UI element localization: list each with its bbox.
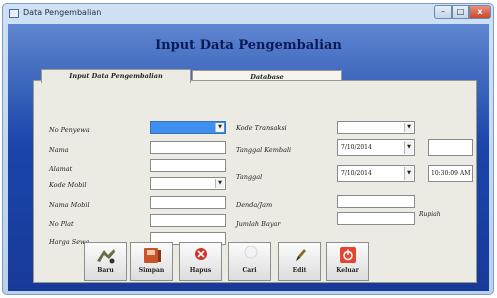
tanggal-kembali-extra-field[interactable] — [428, 139, 473, 156]
rupiah-unit-label: Rupiah — [419, 211, 441, 218]
keluar-label: Keluar — [336, 267, 359, 274]
alamat-field[interactable] — [150, 159, 226, 172]
edit-icon — [289, 246, 311, 265]
no-penyewa-dropdown[interactable]: ▼ — [150, 121, 226, 134]
label-kode-transaksi: Kode Transaksi — [236, 124, 287, 132]
simpan-label: Simpan — [138, 267, 165, 274]
baru-button[interactable]: Baru — [84, 242, 127, 281]
hapus-label: Hapus — [189, 267, 212, 274]
chevron-down-icon[interactable]: ▼ — [404, 141, 413, 154]
label-no-penyewa: No Penyewa — [49, 126, 90, 134]
search-icon — [239, 245, 261, 265]
close-button[interactable]: x — [469, 5, 491, 19]
tanggal-kembali-datepicker[interactable]: 7/10/2014 ▼ — [337, 139, 415, 156]
app-icon — [9, 9, 19, 18]
label-nama-mobil: Nama Mobil — [49, 201, 90, 209]
denda-jam-field[interactable] — [337, 195, 415, 208]
form-client-area: Input Data Pengembalian Input Data Penge… — [8, 24, 489, 291]
nama-field[interactable] — [150, 141, 226, 154]
label-alamat: Alamat — [49, 165, 73, 173]
window-title: Data Pengembalian — [23, 8, 102, 17]
label-denda-jam: Denda/Jam — [236, 201, 273, 209]
chevron-down-icon[interactable]: ▼ — [404, 167, 413, 180]
new-icon — [95, 246, 117, 265]
page-title: Input Data Pengembalian — [155, 38, 342, 53]
kode-mobil-dropdown[interactable]: ▼ — [150, 177, 226, 190]
jumlah-bayar-field[interactable] — [337, 212, 415, 225]
time-field[interactable]: 10:30:09 AM — [428, 165, 473, 182]
edit-button[interactable]: Edit — [278, 242, 321, 281]
edit-label: Edit — [292, 267, 307, 274]
maximize-button[interactable]: □ — [452, 5, 469, 19]
save-icon — [141, 246, 163, 265]
label-kode-mobil: Kode Mobil — [49, 181, 87, 189]
title-bar[interactable]: Data Pengembalian – □ x — [3, 4, 493, 24]
keluar-button[interactable]: Keluar — [326, 242, 369, 281]
label-jumlah-bayar: Jumlah Bayar — [236, 220, 281, 228]
nama-mobil-field[interactable] — [150, 196, 226, 209]
simpan-button[interactable]: Simpan — [130, 242, 173, 281]
baru-label: Baru — [97, 267, 114, 274]
label-no-plat: No Plat — [49, 220, 74, 228]
no-plat-field[interactable] — [150, 214, 226, 227]
tanggal-value: 7/10/2014 — [341, 170, 372, 177]
kode-transaksi-dropdown[interactable]: ▼ — [337, 121, 415, 134]
chevron-down-icon[interactable]: ▼ — [404, 123, 413, 132]
power-icon — [337, 246, 359, 265]
minimize-button[interactable]: – — [434, 5, 452, 19]
label-nama: Nama — [49, 146, 69, 154]
cari-label: Cari — [242, 267, 257, 274]
tanggal-kembali-value: 7/10/2014 — [341, 144, 372, 151]
app-window: Data Pengembalian – □ x Input Data Penge… — [2, 3, 494, 295]
chevron-down-icon[interactable]: ▼ — [215, 179, 224, 188]
hapus-button[interactable]: Hapus — [179, 242, 222, 281]
cari-button[interactable]: Cari — [228, 242, 271, 281]
label-tanggal: Tanggal — [236, 173, 263, 181]
tab-input-data-pengembalian[interactable]: Input Data Pengembalian — [41, 69, 191, 83]
tanggal-datepicker[interactable]: 7/10/2014 ▼ — [337, 165, 415, 182]
label-tanggal-kembali: Tanggal Kembali — [236, 146, 292, 154]
delete-icon — [190, 246, 212, 265]
chevron-down-icon[interactable]: ▼ — [215, 123, 224, 132]
